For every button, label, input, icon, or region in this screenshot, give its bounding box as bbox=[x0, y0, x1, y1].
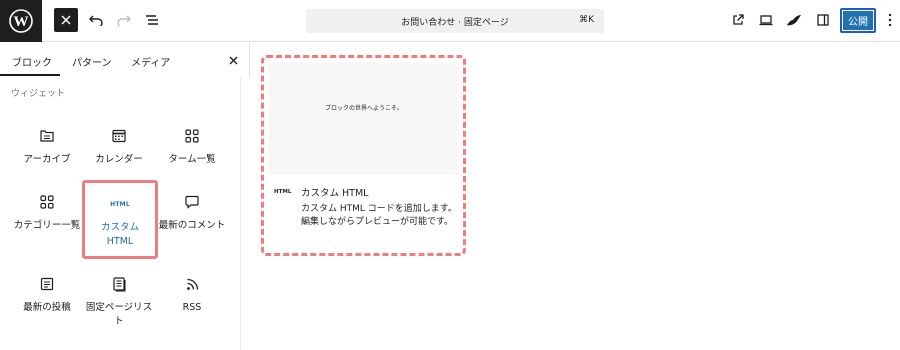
block-item-categories[interactable]: カテゴリー一覧 bbox=[10, 181, 84, 255]
archive-icon bbox=[10, 127, 84, 145]
styles-button[interactable] bbox=[782, 8, 806, 32]
more-options-button[interactable] bbox=[880, 8, 900, 32]
block-item-archives[interactable]: アーカイブ bbox=[10, 115, 84, 189]
tab-patterns[interactable]: パターン bbox=[72, 54, 112, 69]
rss-icon bbox=[155, 275, 229, 293]
block-item-rss[interactable]: RSS bbox=[155, 263, 229, 337]
scrollbar[interactable] bbox=[240, 77, 250, 350]
block-item-label: 固定ページリスト bbox=[85, 302, 153, 327]
tab-media[interactable]: メディア bbox=[131, 54, 170, 69]
block-item-label: RSS bbox=[182, 302, 202, 313]
close-inserter-button[interactable] bbox=[54, 8, 78, 32]
inserter-tabs: ブロック パターン メディア bbox=[0, 43, 250, 77]
redo-icon bbox=[117, 15, 131, 26]
categories-icon bbox=[10, 193, 84, 211]
undo-icon bbox=[89, 15, 103, 26]
block-card-title: カスタム HTML bbox=[301, 188, 369, 199]
undo-button[interactable] bbox=[84, 8, 108, 32]
block-item-calendar[interactable]: カレンダー bbox=[82, 115, 156, 189]
category-heading: ウィジェット bbox=[11, 89, 66, 99]
styles-icon bbox=[787, 15, 801, 26]
active-tab-indicator bbox=[0, 74, 60, 76]
wordpress-logo-icon[interactable]: W bbox=[0, 0, 42, 42]
close-inserter-panel-button[interactable] bbox=[226, 53, 240, 67]
redo-button[interactable] bbox=[112, 8, 136, 32]
close-icon bbox=[61, 15, 71, 25]
block-item-label: ターム一覧 bbox=[168, 154, 216, 165]
comment-icon bbox=[155, 193, 229, 211]
publish-button[interactable]: 公開 bbox=[840, 8, 876, 33]
post-list-icon bbox=[10, 275, 84, 293]
block-item-latest-posts[interactable]: 最新の投稿 bbox=[10, 263, 84, 337]
block-item-label: 最新のコメント bbox=[158, 220, 226, 231]
block-item-custom-html[interactable]: HTML カスタム HTML bbox=[82, 180, 158, 259]
block-item-label: カレンダー bbox=[95, 154, 143, 165]
document-overview-button[interactable] bbox=[140, 8, 164, 32]
tab-blocks[interactable]: ブロック bbox=[12, 54, 52, 69]
block-item-term-list[interactable]: ターム一覧 bbox=[155, 115, 229, 189]
html-icon: HTML bbox=[110, 200, 130, 208]
block-item-page-list[interactable]: 固定ページリスト bbox=[82, 263, 156, 337]
calendar-icon bbox=[82, 127, 156, 145]
block-preview-canvas: ブロックの世界へようこそ。 bbox=[269, 63, 459, 175]
sidebar-toggle-icon bbox=[817, 14, 829, 26]
device-preview-button[interactable] bbox=[754, 8, 778, 32]
settings-panel-button[interactable] bbox=[811, 8, 835, 32]
block-preview-card: ブロックの世界へようこそ。 HTML カスタム HTML カスタム HTML コ… bbox=[261, 55, 466, 256]
block-item-label: カスタム HTML bbox=[100, 222, 139, 247]
close-icon bbox=[229, 56, 237, 64]
external-link-icon bbox=[733, 14, 744, 25]
block-item-label: 最新の投稿 bbox=[23, 302, 71, 313]
list-view-icon bbox=[146, 15, 158, 25]
more-vertical-icon bbox=[888, 13, 892, 27]
view-page-button[interactable] bbox=[726, 8, 750, 32]
block-card-description: カスタム HTML コードを追加します。編集しながらプレビューが可能です。 bbox=[301, 204, 457, 227]
document-title: お問い合わせ · 固定ページ bbox=[401, 18, 509, 28]
term-list-icon bbox=[155, 127, 229, 145]
editor-header: W お問い合わせ · 固定ページ ⌘K 公開 bbox=[0, 0, 900, 42]
svg-text:W: W bbox=[14, 14, 29, 30]
preview-sample-text: ブロックの世界へようこそ。 bbox=[324, 105, 403, 112]
html-icon: HTML bbox=[274, 189, 292, 195]
block-item-label: カテゴリー一覧 bbox=[13, 220, 81, 231]
keyboard-shortcut: ⌘K bbox=[579, 15, 594, 25]
block-item-label: アーカイブ bbox=[23, 154, 71, 165]
command-palette-bar[interactable]: お問い合わせ · 固定ページ ⌘K bbox=[306, 9, 604, 33]
block-inserter-panel: ブロック パターン メディア ウィジェット アーカイブ カレンダー ターム一覧 … bbox=[0, 43, 250, 350]
desktop-icon bbox=[759, 15, 773, 26]
page-list-icon bbox=[82, 275, 156, 293]
block-item-latest-comments[interactable]: 最新のコメント bbox=[155, 181, 229, 255]
